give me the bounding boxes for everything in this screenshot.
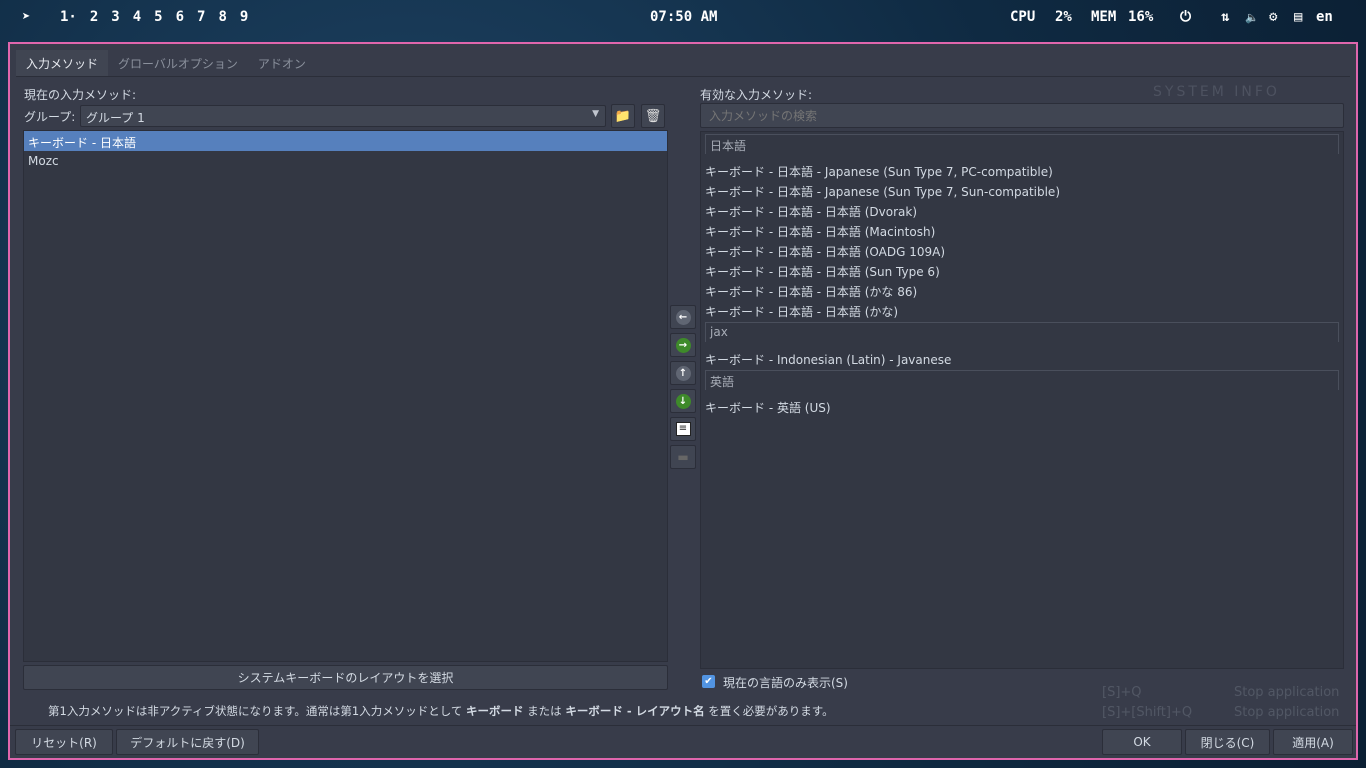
clock: 07:50 AM xyxy=(650,9,718,25)
list-item[interactable]: キーボード - Indonesian (Latin) - Javanese xyxy=(701,348,1343,368)
wallpaper-text: Stop application xyxy=(1234,705,1340,720)
info-note: 第1入力メソッドは非アクティブ状態になります。通常は第1入力メソッドとして キー… xyxy=(48,704,834,718)
gear-icon[interactable]: ⚙ xyxy=(1269,9,1277,25)
keyboard-layout[interactable]: en xyxy=(1316,9,1333,25)
add-group-button[interactable]: 📁 xyxy=(611,104,635,128)
keyboard-icon: ▬ xyxy=(677,450,689,464)
list-item[interactable]: キーボード - 日本語 xyxy=(24,131,667,151)
top-panel: ➤ 1· 2 3 4 5 6 7 8 9 07:50 AM CPU 2% MEM 16% ⏻ ⇅… xyxy=(0,0,1366,34)
tab-global-options[interactable]: グローバルオプション xyxy=(108,50,248,76)
remove-button[interactable]: ← xyxy=(670,305,696,329)
workspace-button[interactable]: 1· xyxy=(60,9,77,25)
tab-addons[interactable]: アドオン xyxy=(248,50,316,76)
cpu-label: CPU xyxy=(1010,9,1036,25)
group-header: 日本語 xyxy=(705,134,1339,154)
list-item[interactable]: キーボード - 日本語 - 日本語 (かな) xyxy=(701,300,1343,320)
arrow-up-icon: ↑ xyxy=(675,365,691,381)
launcher-icon[interactable]: ➤ xyxy=(22,9,30,25)
arrow-left-icon: ← xyxy=(675,309,691,325)
move-up-button[interactable]: ↑ xyxy=(670,361,696,385)
trash-icon: 🗑 xyxy=(644,108,662,124)
list-item[interactable]: キーボード - 日本語 - 日本語 (Sun Type 6) xyxy=(701,260,1343,280)
folder-add-icon: 📁 xyxy=(614,108,632,124)
list-item[interactable]: キーボード - 日本語 - 日本語 (Dvorak) xyxy=(701,200,1343,220)
network-icon[interactable]: ⇅ xyxy=(1221,9,1229,25)
group-header: 英語 xyxy=(705,370,1339,390)
list-item[interactable]: キーボード - 日本語 - Japanese (Sun Type 7, PC-c… xyxy=(701,160,1343,180)
delete-group-button[interactable]: 🗑 xyxy=(641,104,665,128)
list-item[interactable]: キーボード - 日本語 - Japanese (Sun Type 7, Sun-… xyxy=(701,180,1343,200)
reset-button[interactable]: リセット(R) xyxy=(15,729,113,755)
apply-button[interactable]: 適用(A) xyxy=(1273,729,1353,755)
workspace-button[interactable]: 7 xyxy=(197,9,205,25)
workspace-button[interactable]: 9 xyxy=(240,9,248,25)
workspace-button[interactable]: 8 xyxy=(218,9,226,25)
wallpaper-sysinfo: SYSTEM INFO xyxy=(1153,84,1280,100)
available-methods-title: 有効な入力メソッド: xyxy=(700,88,813,102)
restore-default-button[interactable]: デフォルトに戻す(D) xyxy=(116,729,259,755)
list-item[interactable]: Mozc xyxy=(24,151,667,171)
ok-button[interactable]: OK xyxy=(1102,729,1182,755)
current-methods-title: 現在の入力メソッド: xyxy=(24,88,137,102)
workspace-button[interactable]: 4 xyxy=(133,9,141,25)
only-current-lang-checkbox[interactable]: ✔ xyxy=(702,675,715,688)
search-input[interactable] xyxy=(700,103,1344,128)
arrow-down-icon: ↓ xyxy=(675,393,691,409)
group-select[interactable]: グループ 1 ▼ xyxy=(80,105,606,127)
add-button[interactable]: → xyxy=(670,333,696,357)
group-value: グループ 1 xyxy=(86,111,145,125)
close-button[interactable]: 閉じる(C) xyxy=(1185,729,1270,755)
move-down-button[interactable]: ↓ xyxy=(670,389,696,413)
tab-input-method[interactable]: 入力メソッド xyxy=(16,50,109,76)
power-icon[interactable]: ⏻ xyxy=(1180,9,1191,25)
select-layout-button[interactable]: システムキーボードのレイアウトを選択 xyxy=(23,665,668,690)
current-methods-list: キーボード - 日本語 Mozc xyxy=(23,130,668,662)
workspace-button[interactable]: 5 xyxy=(154,9,162,25)
only-current-lang-label: 現在の言語のみ表示(S) xyxy=(723,676,848,690)
chevron-down-icon: ▼ xyxy=(592,109,599,119)
list-item[interactable]: キーボード - 日本語 - 日本語 (かな 86) xyxy=(701,280,1343,300)
document-icon: ≡ xyxy=(675,422,691,436)
workspace-button[interactable]: 6 xyxy=(176,9,184,25)
arrow-right-icon: → xyxy=(675,337,691,353)
wallpaper-text: [S]+[Shift]+Q xyxy=(1102,705,1193,720)
wallpaper-text: Stop application xyxy=(1234,685,1340,700)
list-item[interactable]: キーボード - 英語 (US) xyxy=(701,396,1343,416)
group-header: jax xyxy=(705,322,1339,342)
wallpaper-text: [S]+Q xyxy=(1102,685,1142,700)
available-methods-list: 日本語キーボード - 日本語 - Japanese (Sun Type 7, P… xyxy=(700,131,1344,669)
list-item[interactable]: キーボード - 日本語 - 日本語 (Macintosh) xyxy=(701,220,1343,240)
mem-value: 16% xyxy=(1128,9,1154,25)
list-item[interactable]: キーボード - 日本語 - 日本語 (OADG 109A) xyxy=(701,240,1343,260)
workspace-switcher[interactable]: 1· 2 3 4 5 6 7 8 9 xyxy=(60,9,248,25)
cpu-value: 2% xyxy=(1055,9,1072,25)
mem-label: MEM xyxy=(1091,9,1117,25)
workspace-button[interactable]: 2 xyxy=(90,9,98,25)
group-label: グループ: xyxy=(24,110,76,124)
tab-bar: 入力メソッド グローバルオプション アドオン xyxy=(16,50,316,76)
workspace-button[interactable]: 3 xyxy=(111,9,119,25)
clipboard-icon[interactable]: ▤ xyxy=(1294,9,1302,25)
input-method-config-window: SYSTEM INFO 入力メソッド グローバルオプション アドオン 現在の入力… xyxy=(8,42,1358,760)
configure-button[interactable]: ≡ xyxy=(670,417,696,441)
keyboard-layout-button[interactable]: ▬ xyxy=(670,445,696,469)
volume-icon[interactable]: 🔈 xyxy=(1245,11,1259,24)
